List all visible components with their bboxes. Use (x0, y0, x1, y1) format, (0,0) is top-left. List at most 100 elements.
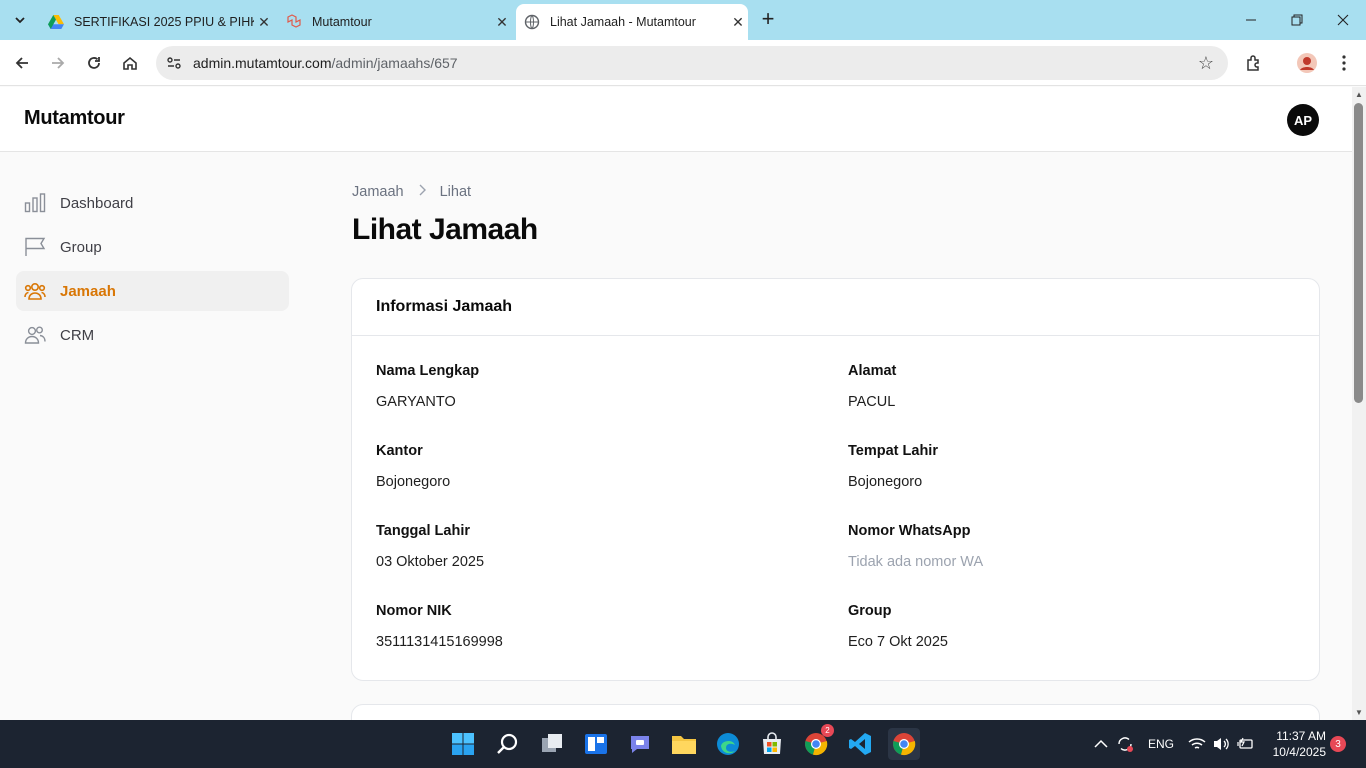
scroll-up-icon[interactable]: ▲ (1355, 90, 1363, 99)
system-clock[interactable]: 11:37 AM 10/4/2025 (1266, 728, 1326, 760)
tab-title: Lihat Jamaah - Mutamtour (550, 15, 696, 29)
windows-start-icon[interactable] (447, 728, 479, 760)
field-nomor-nik: Nomor NIK 3511131415169998 (376, 603, 816, 650)
breadcrumb-parent[interactable]: Jamaah (352, 184, 404, 200)
search-icon[interactable] (492, 728, 524, 760)
browser-tab-lihat-jamaah[interactable]: Lihat Jamaah - Mutamtour ✕ (516, 4, 748, 40)
field-nama-lengkap: Nama Lengkap GARYANTO (376, 363, 816, 410)
field-alamat: Alamat PACUL (848, 363, 1288, 410)
notification-count-badge[interactable]: 3 (1330, 736, 1346, 752)
web-page: Mutamtour AP Dashboard Group Jamaah CRM … (0, 87, 1352, 720)
restore-icon[interactable] (1274, 0, 1320, 40)
field-label: Group (848, 603, 892, 619)
tab-title: Mutamtour (312, 15, 372, 29)
clock-date: 10/4/2025 (1272, 745, 1326, 759)
sidebar-item-label: Group (60, 238, 102, 256)
file-explorer-icon[interactable] (668, 728, 700, 760)
volume-icon[interactable] (1212, 720, 1230, 768)
scrollbar-thumb[interactable] (1354, 103, 1363, 403)
forward-icon[interactable] (45, 50, 71, 76)
site-info-icon[interactable] (164, 55, 184, 71)
close-tab-icon[interactable]: ✕ (254, 14, 274, 31)
laravel-icon (286, 14, 302, 30)
sidebar-item-group[interactable]: Group (16, 227, 289, 267)
address-bar[interactable]: admin.mutamtour.com/admin/jamaahs/657 ☆ (156, 46, 1228, 80)
close-tab-icon[interactable]: ✕ (728, 14, 748, 31)
vscode-icon[interactable] (844, 728, 876, 760)
google-drive-icon (48, 14, 64, 30)
profile-avatar-icon[interactable] (1294, 50, 1320, 76)
page-scrollbar[interactable]: ▲ ▼ (1352, 87, 1366, 720)
bookmark-star-icon[interactable]: ☆ (1198, 53, 1214, 74)
show-hidden-icons-icon[interactable] (1094, 720, 1108, 768)
field-value: Tidak ada nomor WA (848, 554, 984, 570)
breadcrumb-current: Lihat (439, 184, 472, 200)
sidebar-item-label: Jamaah (60, 282, 116, 300)
user-avatar[interactable]: AP (1287, 104, 1319, 136)
url-text: admin.mutamtour.com/admin/jamaahs/657 (193, 55, 458, 71)
field-value: Bojonegoro (848, 474, 923, 490)
close-tab-icon[interactable]: ✕ (492, 14, 512, 31)
language-indicator[interactable]: ENG (1148, 720, 1174, 768)
back-icon[interactable] (9, 50, 35, 76)
field-tempat-lahir: Tempat Lahir Bojonegoro (848, 443, 1288, 490)
browser-tab-sertifikasi[interactable]: SERTIFIKASI 2025 PPIU & PIHK ✕ (40, 4, 274, 40)
browser-tab-mutamtour[interactable]: Mutamtour ✕ (278, 4, 512, 40)
bar-chart-icon (24, 192, 46, 214)
chrome-profile-icon[interactable] (888, 728, 920, 760)
task-view-icon[interactable] (536, 728, 568, 760)
field-value: Bojonegoro (376, 474, 451, 490)
sidebar-item-jamaah[interactable]: Jamaah (16, 271, 289, 311)
flag-icon (24, 236, 46, 258)
sync-icon[interactable] (1116, 720, 1134, 768)
app-header: Mutamtour AP (0, 87, 1352, 152)
tab-title: SERTIFIKASI 2025 PPIU & PIHK (74, 15, 254, 29)
wifi-icon[interactable] (1188, 720, 1206, 768)
browser-menu-icon[interactable] (1331, 50, 1357, 76)
chrome-icon[interactable]: 2 (800, 724, 834, 760)
extensions-icon[interactable] (1241, 50, 1267, 76)
field-label: Alamat (848, 363, 897, 379)
field-value: Eco 7 Okt 2025 (848, 634, 948, 650)
edge-icon[interactable] (712, 728, 744, 760)
minimize-icon[interactable] (1228, 0, 1274, 40)
field-tanggal-lahir: Tanggal Lahir 03 Oktober 2025 (376, 523, 816, 570)
teams-chat-icon[interactable] (624, 728, 656, 760)
field-label: Kantor (376, 443, 423, 459)
field-value: 3511131415169998 (376, 634, 503, 650)
microsoft-store-icon[interactable] (756, 728, 788, 760)
field-label: Nomor WhatsApp (848, 523, 971, 539)
new-tab-button[interactable]: + (756, 8, 780, 32)
page-title: Lihat Jamaah (352, 213, 538, 246)
tab-search-dropdown-icon[interactable] (6, 6, 34, 34)
field-label: Nomor NIK (376, 603, 452, 619)
clock-time: 11:37 AM (1276, 729, 1326, 743)
user-group-icon (24, 324, 46, 346)
notification-badge: 2 (821, 724, 834, 737)
next-card (351, 704, 1320, 720)
field-nomor-whatsapp: Nomor WhatsApp Tidak ada nomor WA (848, 523, 1288, 570)
home-icon[interactable] (117, 50, 143, 76)
globe-icon (524, 14, 540, 30)
info-card: Informasi Jamaah Nama Lengkap GARYANTO A… (351, 278, 1320, 681)
battery-icon[interactable] (1237, 720, 1255, 768)
card-title: Informasi Jamaah (352, 279, 1319, 336)
url-path: /admin/jamaahs/657 (331, 55, 458, 71)
breadcrumb: Jamaah Lihat (352, 184, 471, 200)
scroll-down-icon[interactable]: ▼ (1355, 708, 1363, 717)
widgets-icon[interactable] (580, 728, 612, 760)
sidebar-item-label: Dashboard (60, 194, 134, 212)
windows-taskbar: 2 ENG 11:37 AM 10/4/2025 3 (0, 720, 1366, 768)
app-brand[interactable]: Mutamtour (24, 107, 125, 130)
field-kantor: Kantor Bojonegoro (376, 443, 816, 490)
sidebar-item-dashboard[interactable]: Dashboard (16, 183, 289, 223)
field-group: Group Eco 7 Okt 2025 (848, 603, 1288, 650)
reload-icon[interactable] (81, 50, 107, 76)
browser-tab-strip: SERTIFIKASI 2025 PPIU & PIHK ✕ Mutamtour… (0, 0, 1366, 40)
field-value: 03 Oktober 2025 (376, 554, 485, 570)
sidebar-item-crm[interactable]: CRM (16, 315, 289, 355)
field-label: Tempat Lahir (848, 443, 938, 459)
field-value: PACUL (848, 394, 896, 410)
field-label: Tanggal Lahir (376, 523, 470, 539)
close-window-icon[interactable] (1320, 0, 1366, 40)
